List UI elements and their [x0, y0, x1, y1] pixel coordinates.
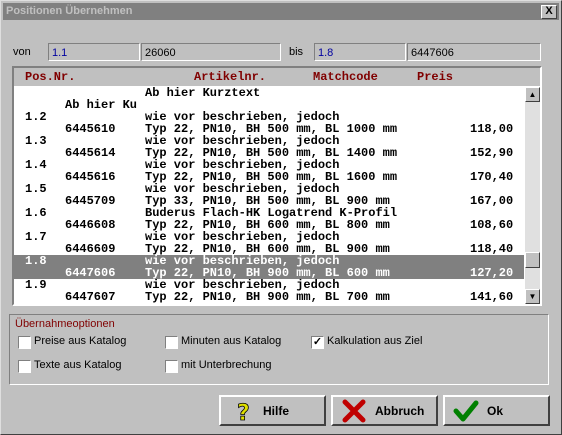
- row-cell-c1: 6445610: [65, 122, 116, 136]
- row-cell-c1: 1.4: [25, 158, 47, 172]
- cancel-label: Abbruch: [375, 404, 425, 418]
- row-cell-c2: Ab hier Kurztext: [145, 87, 261, 100]
- row-cell-c3: 141,60: [470, 290, 514, 304]
- row-cell-c1: 1.9: [25, 278, 47, 292]
- kalkulation-check-box[interactable]: ✓: [311, 336, 324, 349]
- bis-label: bis: [289, 46, 304, 58]
- unterbrechung-check-box[interactable]: [165, 360, 178, 373]
- row-cell-c1: 1.5: [25, 182, 47, 196]
- von-position-field[interactable]: 1.1: [48, 43, 140, 61]
- row-cell-c3: 118,40: [470, 242, 514, 256]
- header-article[interactable]: Artikelnr.: [194, 68, 266, 86]
- preise-label[interactable]: Preise aus Katalog: [34, 335, 126, 347]
- row-cell-c2: Typ 22, PN10, BH 900 mm, BL 700 mm: [145, 290, 390, 304]
- unterbrechung-label[interactable]: mit Unterbrechung: [181, 359, 272, 371]
- bis-article-field[interactable]: 6447606: [407, 43, 541, 61]
- cancel-button[interactable]: Abbruch: [331, 395, 438, 426]
- row-cell-c1: 1.7: [25, 230, 47, 244]
- row-cell-c1: 6445616: [65, 170, 116, 184]
- help-icon: ?: [237, 401, 251, 423]
- preise-check-box[interactable]: [18, 336, 31, 349]
- row-cell-c3: 108,60: [470, 218, 514, 232]
- row-cell-c1: 6445709: [65, 194, 116, 208]
- svg-text:?: ?: [237, 401, 250, 423]
- row-cell-c1: 1.8: [25, 254, 47, 268]
- options-group: Übernahmeoptionen Preise aus Katalog Min…: [9, 314, 549, 385]
- cancel-x-icon: [342, 399, 366, 423]
- row-cell-c3: 127,20: [470, 266, 514, 280]
- von-article-field[interactable]: 26060: [141, 43, 281, 61]
- scroll-thumb[interactable]: [525, 252, 540, 268]
- options-title: Übernahmeoptionen: [15, 318, 115, 330]
- list-rows: Ab hier Kurztext Ab hier Ku 1.2 wie vor bes…: [14, 87, 524, 304]
- texte-check-box[interactable]: [18, 360, 31, 373]
- row-cell-c3: 170,40: [470, 170, 514, 184]
- row-cell-c3: 118,00: [470, 122, 514, 136]
- row-cell-c1: 1.2: [25, 110, 47, 124]
- help-button[interactable]: ? Hilfe: [219, 395, 326, 426]
- row-cell-c1: 1.3: [25, 134, 47, 148]
- header-matchcode[interactable]: Matchcode: [313, 68, 378, 86]
- row-cell-c1: Ab hier Ku: [65, 98, 138, 112]
- texte-label[interactable]: Texte aus Katalog: [34, 359, 121, 371]
- scroll-down-icon[interactable]: ▼: [525, 289, 540, 304]
- row-cell-c1: 6446609: [65, 242, 116, 256]
- positions-list[interactable]: Pos.Nr. Artikelnr. Matchcode Preis Ab hi…: [12, 66, 542, 306]
- ok-check-icon: [453, 400, 479, 422]
- table-row[interactable]: 6447607 Typ 22, PN10, BH 900 mm, BL 700 m…: [14, 291, 524, 303]
- list-header: Pos.Nr. Artikelnr. Matchcode Preis: [14, 68, 540, 86]
- title-bar: Positionen Übernehmen X: [3, 3, 559, 20]
- von-label: von: [13, 46, 31, 58]
- close-button[interactable]: X: [541, 5, 557, 19]
- ok-label: Ok: [487, 404, 504, 418]
- bis-position-field[interactable]: 1.8: [314, 43, 406, 61]
- vertical-scrollbar[interactable]: ▲ ▼: [525, 87, 540, 304]
- help-label: Hilfe: [263, 404, 290, 418]
- row-cell-c3: 152,90: [470, 146, 514, 160]
- minuten-label[interactable]: Minuten aus Katalog: [181, 335, 281, 347]
- scroll-up-icon[interactable]: ▲: [525, 87, 540, 102]
- row-cell-c3: 167,00: [470, 194, 514, 208]
- dialog-window: Positionen Übernehmen X von 1.1 26060 bi…: [0, 0, 562, 435]
- ok-button[interactable]: Ok: [443, 395, 550, 426]
- header-price[interactable]: Preis: [417, 68, 453, 86]
- row-cell-c1: 6447607: [65, 290, 116, 304]
- row-cell-c1: 6445614: [65, 146, 116, 160]
- window-title: Positionen Übernehmen: [6, 5, 133, 17]
- minuten-check-box[interactable]: [165, 336, 178, 349]
- row-cell-c1: 6447606: [65, 266, 116, 280]
- row-cell-c1: 6446608: [65, 218, 116, 232]
- row-cell-c1: 1.6: [25, 206, 47, 220]
- kalkulation-label[interactable]: Kalkulation aus Ziel: [327, 335, 422, 347]
- header-pos[interactable]: Pos.Nr.: [25, 68, 75, 86]
